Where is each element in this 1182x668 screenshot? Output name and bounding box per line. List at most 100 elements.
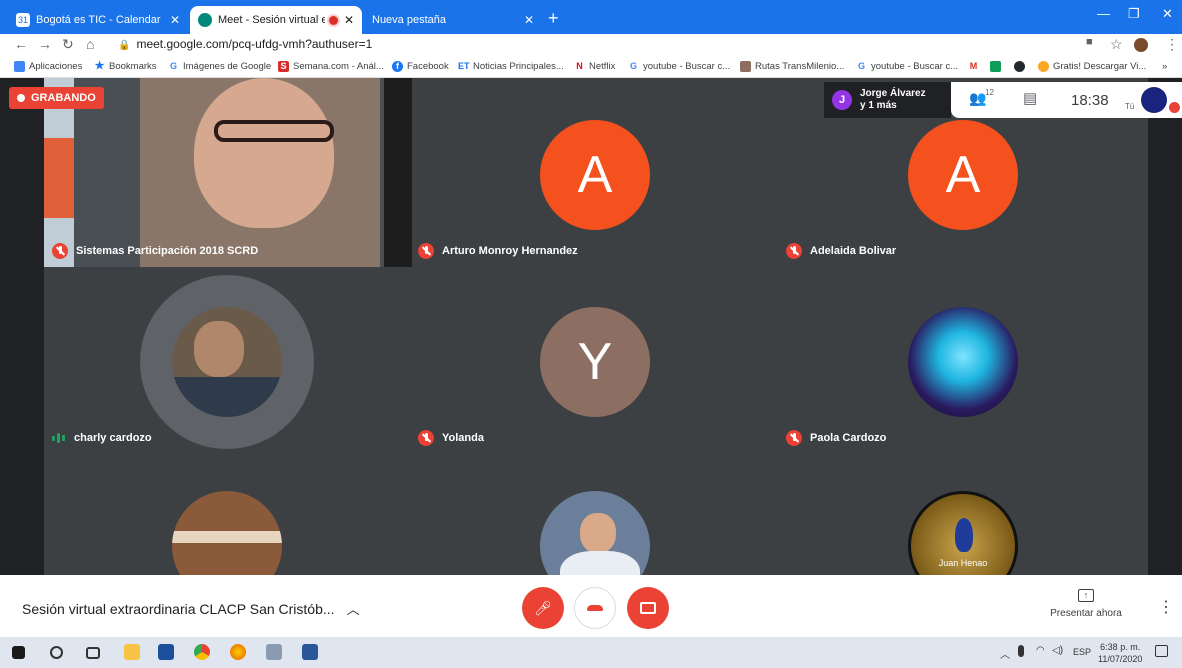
back-icon[interactable]: ← [14,36,28,52]
avatar: A [540,120,650,230]
mic-off-icon [1169,102,1180,113]
github-icon [1014,61,1025,72]
bookmark-images[interactable]: G Imágenes de Google [168,61,271,72]
mic-toggle-button[interactable]: 🎤︎ [522,587,564,629]
volume-icon[interactable]: ◁) [1052,645,1063,656]
mic-off-icon [418,430,434,446]
tab-calendar[interactable]: 31 Bogotá es TIC - Calendar - sábad ✕ [8,6,188,34]
camera-icon[interactable]: ■ [1086,36,1093,48]
app-icon[interactable] [266,644,282,660]
glasses [214,120,334,142]
clock[interactable]: 6:38 p. m. 11/07/2020 [1098,641,1142,665]
microphone-icon[interactable] [1018,645,1024,657]
chrome-icon[interactable] [194,644,210,660]
participants-icon[interactable]: 👥 [969,90,986,107]
mail-icon[interactable] [158,644,174,660]
menu-icon[interactable]: ⋮ [1165,36,1179,53]
search-icon[interactable] [50,646,63,659]
logo-icon [955,518,973,552]
tab-meet[interactable]: Meet - Sesión virtual extraor ✕ [190,6,362,34]
join-notification: J Jorge Álvarez y 1 más [824,82,951,118]
camera-off-icon [640,602,656,614]
firefox-icon[interactable] [230,644,246,660]
forward-icon[interactable]: → [38,36,52,52]
close-icon[interactable]: ✕ [524,13,534,27]
windows-taskbar: ︿ ◠ ◁) ESP 6:38 p. m. 11/07/2020 [0,637,1182,668]
close-icon[interactable]: ✕ [344,13,354,27]
bookmark-sheets[interactable] [990,61,1005,72]
meeting-details[interactable]: Sesión virtual extraordinaria CLACP San … [22,599,360,618]
chevron-up-icon[interactable]: ︿ [1000,646,1010,661]
bookmark-semana[interactable]: S Semana.com - Anál... [278,61,384,72]
facebook-icon: f [392,61,403,72]
mic-off-icon: 🎤︎ [534,599,552,616]
windows-start-icon[interactable] [12,646,25,659]
participant-name: Adelaida Bolivar [786,243,896,259]
participant-tile[interactable]: Juan Henao [780,453,1148,601]
participant-tile[interactable] [44,453,412,601]
download-site-icon [1038,61,1049,72]
restore-icon[interactable]: ❐ [1128,6,1140,22]
sheets-icon [990,61,1001,72]
browser-tab-strip: 31 Bogotá es TIC - Calendar - sábad ✕ Me… [0,0,1182,34]
bookmark-gmail[interactable]: M [968,61,983,72]
participant-tile[interactable] [44,267,412,453]
bookmark-noticias[interactable]: ET Noticias Principales... [458,61,564,72]
self-avatar[interactable] [1141,87,1167,113]
bookmark-youtube-2[interactable]: Gyoutube - Buscar c... [856,61,958,72]
new-tab-icon[interactable]: + [548,8,559,29]
chat-icon[interactable]: ▤ [1023,89,1037,107]
home-icon[interactable]: ⌂ [86,36,94,52]
calendar-icon: 31 [16,13,30,27]
more-options-icon[interactable]: ⋮ [1158,597,1174,617]
task-view-icon[interactable] [86,647,100,659]
bookmark-github[interactable] [1014,61,1029,72]
word-icon[interactable] [302,644,318,660]
address-bar[interactable]: 🔒 meet.google.com/pcq-ufdg-vmh?authuser=1 [118,37,372,51]
semana-icon: S [278,61,289,72]
profile-avatar[interactable] [1134,38,1148,52]
language-indicator[interactable]: ESP [1073,647,1091,657]
video-background [44,138,74,218]
present-now-button[interactable]: ↑ Presentar ahora [1050,589,1122,619]
video-face [194,78,334,228]
minimize-icon[interactable]: — [1097,6,1110,21]
leave-call-button[interactable] [574,587,616,629]
recording-badge: GRABANDO [9,87,104,109]
participant-name: Arturo Monroy Hernandez [418,243,578,259]
mic-off-icon [786,243,802,259]
bookmark-bookmarks[interactable]: ★ Bookmarks [94,60,157,73]
star-icon: ★ [94,60,105,72]
tab-new[interactable]: Nueva pestaña ✕ [364,6,542,34]
star-icon[interactable]: ☆ [1110,36,1123,53]
camera-toggle-button[interactable] [627,587,669,629]
avatar: A [908,120,1018,230]
bookmark-youtube-1[interactable]: Gyoutube - Buscar c... [628,61,730,72]
bookmark-descargar[interactable]: Gratis! Descargar Vi... [1038,61,1146,72]
wifi-icon[interactable]: ◠ [1036,645,1045,656]
meet-icon [198,13,212,27]
reload-icon[interactable]: ↻ [62,36,74,53]
window-close-icon[interactable]: ✕ [1162,6,1173,22]
netflix-icon: N [576,61,583,71]
gmail-icon: M [969,61,978,71]
chevron-up-icon: ︿ [346,602,360,617]
participant-name: Sistemas Participación 2018 SCRD [52,243,258,259]
mic-off-icon [786,430,802,446]
close-icon[interactable]: ✕ [170,13,180,27]
bookmark-transmilenio[interactable]: Rutas TransMilenio... [740,61,844,72]
transmilenio-icon [740,61,751,72]
avatar: Y [540,307,650,417]
file-explorer-icon[interactable] [124,644,140,660]
notifications-icon[interactable] [1155,645,1168,657]
bookmark-apps[interactable]: Aplicaciones [14,61,82,72]
google-icon: G [629,61,637,71]
bookmark-facebook[interactable]: f Facebook [392,61,449,72]
participant-tile[interactable] [780,267,1148,453]
participant-tile[interactable] [412,453,780,601]
mic-off-icon [418,243,434,259]
participant-tile[interactable]: A [412,78,780,267]
bookmark-netflix[interactable]: N Netflix [574,61,615,72]
bookmarks-more[interactable]: » [1162,61,1167,72]
participant-tile[interactable]: Y [412,267,780,453]
